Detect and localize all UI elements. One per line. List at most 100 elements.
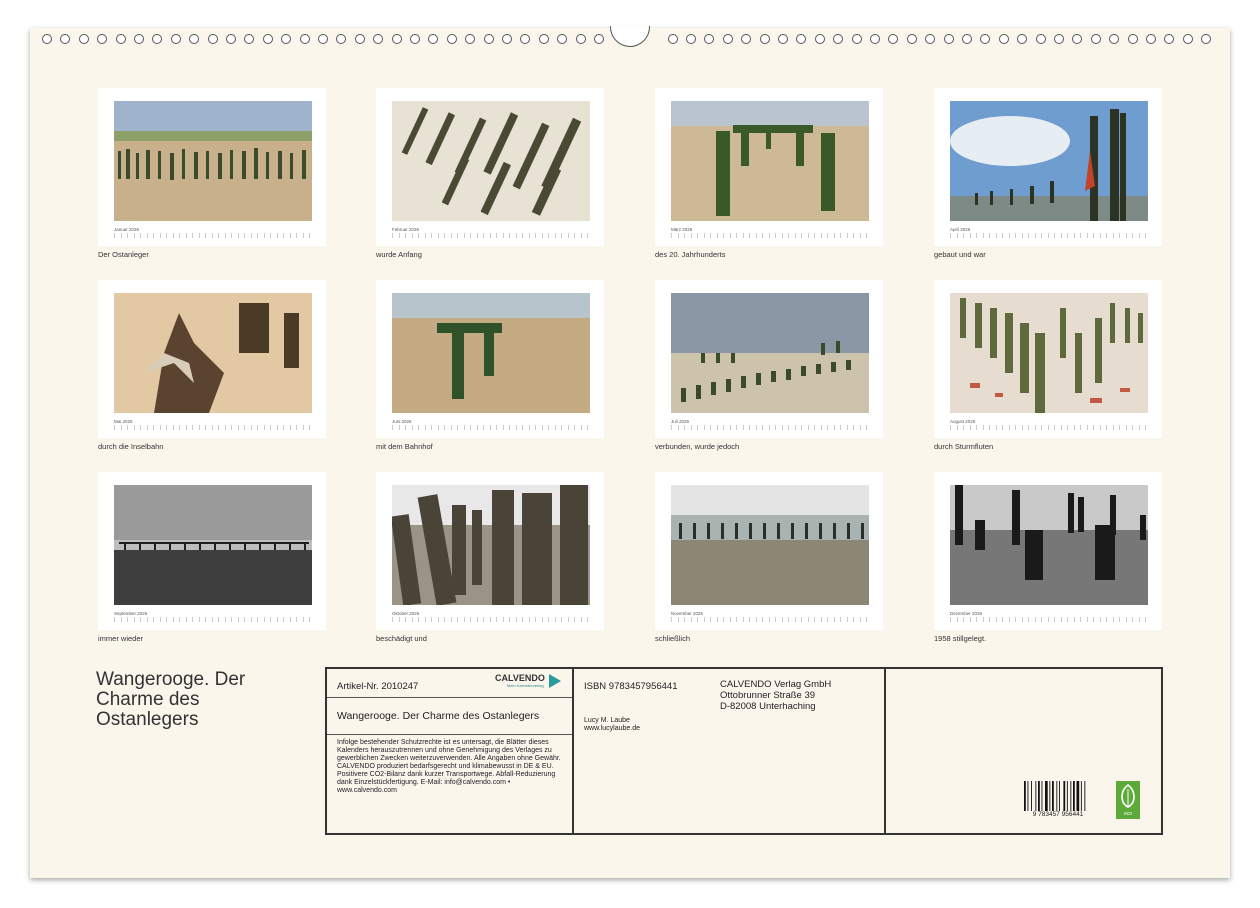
- binding-ring: [226, 34, 236, 44]
- photo-november: [671, 485, 869, 605]
- day-cell: [296, 425, 299, 430]
- day-cell: [1132, 233, 1135, 238]
- day-cell: [820, 233, 824, 238]
- barcode-bar: [1056, 781, 1058, 811]
- day-cell: [218, 233, 221, 238]
- day-cell: [969, 617, 973, 622]
- month-card-april: April 2026: [934, 88, 1162, 246]
- day-cell: [250, 233, 254, 238]
- author-name: Lucy M. Laube: [584, 717, 630, 724]
- day-cell: [1060, 425, 1064, 430]
- day-cell: [1047, 233, 1051, 238]
- day-cell: [1093, 617, 1096, 622]
- day-cell: [995, 425, 999, 430]
- day-cell: [827, 425, 830, 430]
- day-cell: [289, 617, 293, 622]
- day-cell: [574, 617, 577, 622]
- binding-ring: [722, 34, 733, 44]
- day-cell: [755, 233, 759, 238]
- day-cell: [1060, 617, 1064, 622]
- day-cell: [1119, 425, 1122, 430]
- caption-april: gebaut und war: [934, 250, 986, 259]
- day-cell: [192, 233, 195, 238]
- day-cell: [846, 233, 850, 238]
- day-cell: [677, 617, 681, 622]
- day-cell: [476, 425, 480, 430]
- caption-february: wurde Anfang: [376, 250, 422, 259]
- day-cell: [794, 233, 798, 238]
- day-cell: [172, 425, 176, 430]
- day-cell: [114, 425, 117, 430]
- day-cell: [470, 233, 473, 238]
- day-cell: [1132, 617, 1135, 622]
- day-cell: [982, 425, 986, 430]
- caption-september: immer wieder: [98, 634, 144, 643]
- day-grid: [114, 233, 312, 241]
- day-cell: [768, 425, 772, 430]
- day-cell: [270, 617, 273, 622]
- day-cell: [450, 425, 454, 430]
- binding-ring: [115, 34, 126, 44]
- day-cell: [302, 617, 306, 622]
- day-cell: [840, 233, 843, 238]
- publisher-city: D-82008 Unterhaching: [720, 701, 816, 712]
- day-cell: [211, 233, 215, 238]
- day-cell: [982, 617, 986, 622]
- day-cell: [736, 233, 739, 238]
- day-cell: [587, 425, 590, 430]
- day-cell: [528, 233, 532, 238]
- day-cell: [1080, 233, 1083, 238]
- day-cell: [1034, 425, 1038, 430]
- day-cell: [153, 233, 156, 238]
- day-cell: [554, 425, 558, 430]
- day-cell: [1145, 617, 1148, 622]
- day-cell: [437, 425, 441, 430]
- month-card-january: Januar 2026: [98, 88, 326, 246]
- day-cell: [820, 425, 824, 430]
- day-cell: [1106, 425, 1109, 430]
- month-name: September 2026: [114, 611, 148, 616]
- photo-october: [392, 485, 590, 605]
- day-cell: [749, 617, 752, 622]
- calendar-page: Januar 2026 Der Ostanleger Februar 2026 …: [30, 26, 1230, 878]
- day-cell: [1008, 233, 1012, 238]
- day-cell: [956, 425, 960, 430]
- day-cell: [833, 617, 837, 622]
- binding-ring: [925, 34, 936, 44]
- binding-ring: [575, 34, 586, 44]
- day-cell: [1054, 233, 1057, 238]
- day-cell: [1093, 425, 1096, 430]
- day-cell: [263, 425, 267, 430]
- day-cell: [820, 617, 824, 622]
- day-cell: [801, 425, 804, 430]
- day-cell: [723, 425, 726, 430]
- day-cell: [1015, 617, 1018, 622]
- day-cell: [781, 233, 785, 238]
- day-cell: [859, 617, 863, 622]
- day-cell: [781, 425, 785, 430]
- day-cell: [431, 617, 434, 622]
- day-cell: [302, 233, 306, 238]
- day-cell: [509, 233, 512, 238]
- day-cell: [1106, 233, 1109, 238]
- month-card-february: Februar 2026: [376, 88, 604, 246]
- day-cell: [392, 233, 395, 238]
- day-cell: [807, 233, 811, 238]
- binding-ring: [1164, 34, 1175, 44]
- day-cell: [179, 617, 182, 622]
- day-cell: [1099, 617, 1103, 622]
- day-cell: [548, 233, 551, 238]
- day-cell: [671, 233, 674, 238]
- legal-notice: Infolge bestehender Schutzrechte ist es …: [337, 739, 561, 794]
- day-cell: [1047, 617, 1051, 622]
- binding-ring: [134, 34, 144, 44]
- day-cell: [424, 425, 428, 430]
- day-cell: [1073, 233, 1077, 238]
- day-cell: [211, 617, 215, 622]
- caption-march: des 20. Jahrhunderts: [655, 250, 726, 259]
- binding-ring: [1146, 34, 1156, 44]
- day-cell: [775, 233, 778, 238]
- day-cell: [807, 617, 811, 622]
- day-cell: [296, 233, 299, 238]
- day-cell: [762, 617, 765, 622]
